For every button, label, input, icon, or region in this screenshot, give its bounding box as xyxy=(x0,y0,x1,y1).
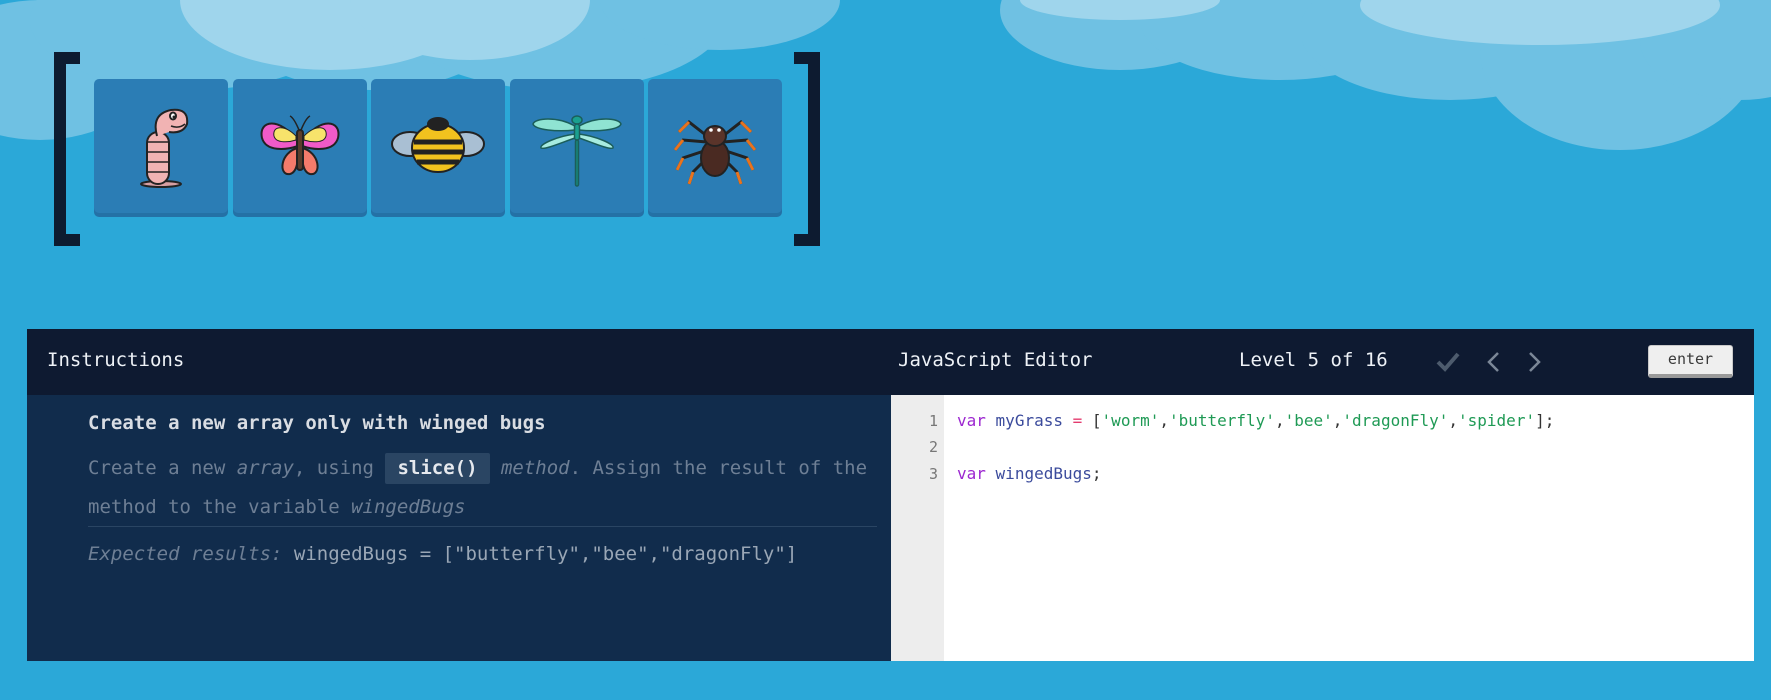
instructions-heading: Instructions xyxy=(47,349,185,371)
expected-results: Expected results: wingedBugs = ["butterf… xyxy=(88,543,797,565)
instructions-divider xyxy=(88,526,877,527)
code-punctuation: [ xyxy=(1091,411,1102,430)
bug-tile-worm xyxy=(94,79,228,213)
worm-icon xyxy=(140,108,189,188)
code-line-3[interactable]: var wingedBugs; xyxy=(957,464,1102,483)
code-punctuation: ]; xyxy=(1535,411,1555,430)
spider-icon xyxy=(673,120,757,185)
code-line-1[interactable]: var myGrass = ['worm','butterfly','bee',… xyxy=(957,411,1554,430)
expected-value: wingedBugs = ["butterfly","bee","dragonF… xyxy=(282,543,798,565)
line-number-gutter: 1 2 3 xyxy=(891,395,944,661)
instructions-text xyxy=(490,457,501,479)
instructions-body: Create a new array, using slice() method… xyxy=(88,449,868,527)
line-number: 2 xyxy=(928,438,938,456)
instructions-text: Create a new xyxy=(88,457,237,479)
level-panel: Instructions JavaScript Editor Level 5 o… xyxy=(27,329,1754,661)
code-keyword: var xyxy=(957,464,986,483)
code-punctuation: ; xyxy=(1091,464,1102,483)
check-icon xyxy=(1436,352,1460,372)
code-punctuation: , xyxy=(1274,411,1285,430)
bug-tile-spider xyxy=(648,79,782,213)
code-variable: wingedBugs xyxy=(995,464,1092,483)
code-string: 'bee' xyxy=(1284,411,1333,430)
code-string: 'worm' xyxy=(1101,411,1160,430)
code-punctuation: , xyxy=(1332,411,1343,430)
instructions-text: , using xyxy=(293,457,386,479)
array-close-bracket xyxy=(794,52,820,246)
code-punctuation: , xyxy=(1159,411,1169,430)
level-indicator: Level 5 of 16 xyxy=(1239,349,1388,371)
code-string: 'spider' xyxy=(1458,411,1536,430)
instructions-pane: Create a new array only with winged bugs… xyxy=(27,395,891,661)
instructions-term-array: array xyxy=(236,457,294,479)
array-open-bracket xyxy=(54,52,80,246)
instructions-title: Create a new array only with winged bugs xyxy=(88,412,546,434)
code-string: 'butterfly' xyxy=(1168,411,1275,430)
enter-button[interactable]: enter xyxy=(1648,345,1733,378)
code-punctuation: , xyxy=(1448,411,1459,430)
code-string: 'dragonFly' xyxy=(1342,411,1449,430)
line-number: 3 xyxy=(928,465,938,483)
code-variable: myGrass xyxy=(995,411,1063,430)
prev-level-icon[interactable] xyxy=(1481,349,1507,375)
butterfly-icon xyxy=(260,115,340,176)
game-stage: Instructions JavaScript Editor Level 5 o… xyxy=(0,0,1771,700)
instructions-term-method: method xyxy=(500,457,570,479)
slice-code-chip: slice() xyxy=(385,453,490,484)
next-level-icon[interactable] xyxy=(1521,349,1547,375)
bee-icon xyxy=(391,117,485,173)
line-number: 1 xyxy=(928,412,938,430)
editor-heading: JavaScript Editor xyxy=(898,349,1093,371)
panel-header: Instructions JavaScript Editor Level 5 o… xyxy=(27,329,1754,395)
code-editor[interactable]: 1 2 3 var myGrass = ['worm','butterfly',… xyxy=(891,395,1754,661)
dragonfly-icon xyxy=(532,115,622,187)
code-keyword: var xyxy=(957,411,986,430)
expected-label: Expected results: xyxy=(88,543,283,565)
code-operator: = xyxy=(1072,411,1083,430)
bug-tile-bee xyxy=(371,79,505,213)
bug-tile-butterfly xyxy=(233,79,367,213)
instructions-term-variable: wingedBugs xyxy=(351,496,466,518)
bug-tile-dragonfly xyxy=(510,79,644,213)
